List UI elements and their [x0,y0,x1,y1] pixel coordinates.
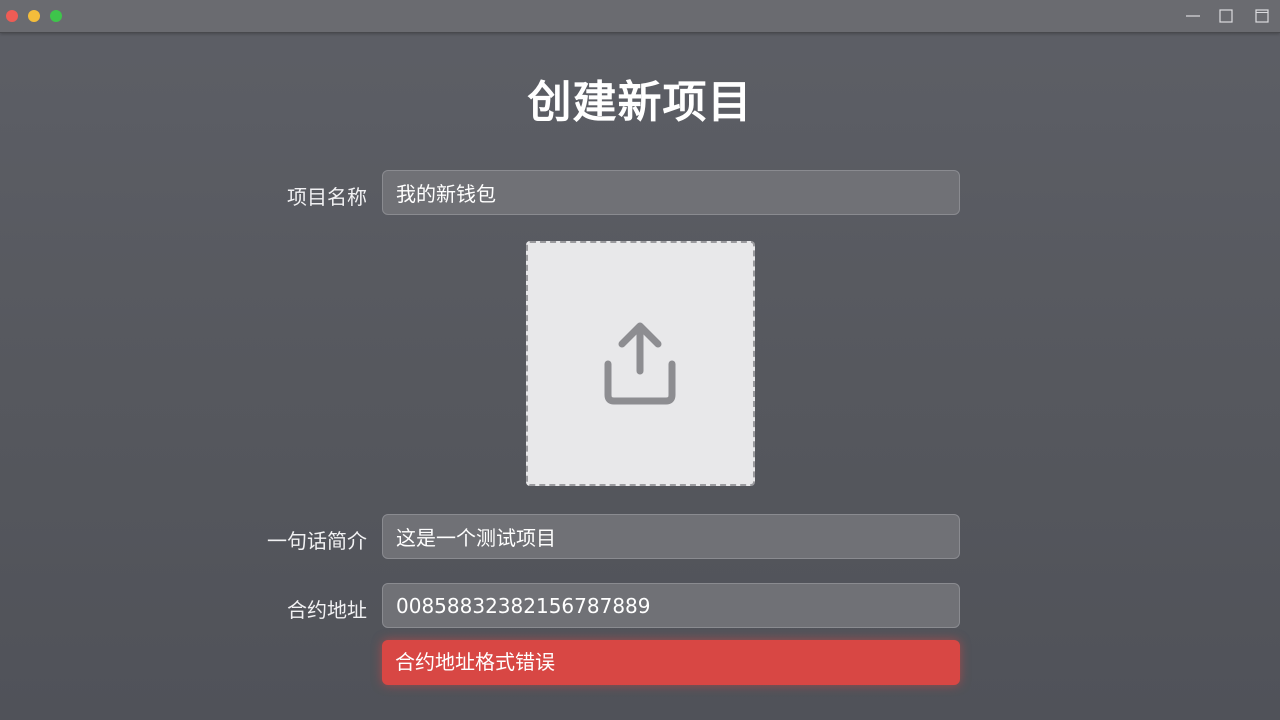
title-bar [0,0,1280,33]
project-name-input[interactable] [382,170,960,215]
minimize-window-button[interactable] [28,10,40,22]
app-window: 创建新项目 项目名称 一句话简介 合约地址 合约地址格式错误 [0,0,1280,720]
maximize-icon[interactable] [1218,8,1234,24]
summary-label: 一句话简介 [267,529,367,553]
zoom-window-button[interactable] [50,10,62,22]
project-name-label: 项目名称 [287,185,367,209]
image-upload-area[interactable] [526,241,755,486]
restore-icon[interactable] [1254,8,1270,24]
contract-address-label: 合约地址 [287,598,367,622]
contract-address-input[interactable] [382,583,960,628]
contract-address-error: 合约地址格式错误 [382,640,960,685]
page-title: 创建新项目 [527,77,753,128]
minimize-icon[interactable] [1185,8,1201,24]
upload-icon [604,322,676,405]
summary-input[interactable] [382,514,960,559]
close-window-button[interactable] [6,10,18,22]
